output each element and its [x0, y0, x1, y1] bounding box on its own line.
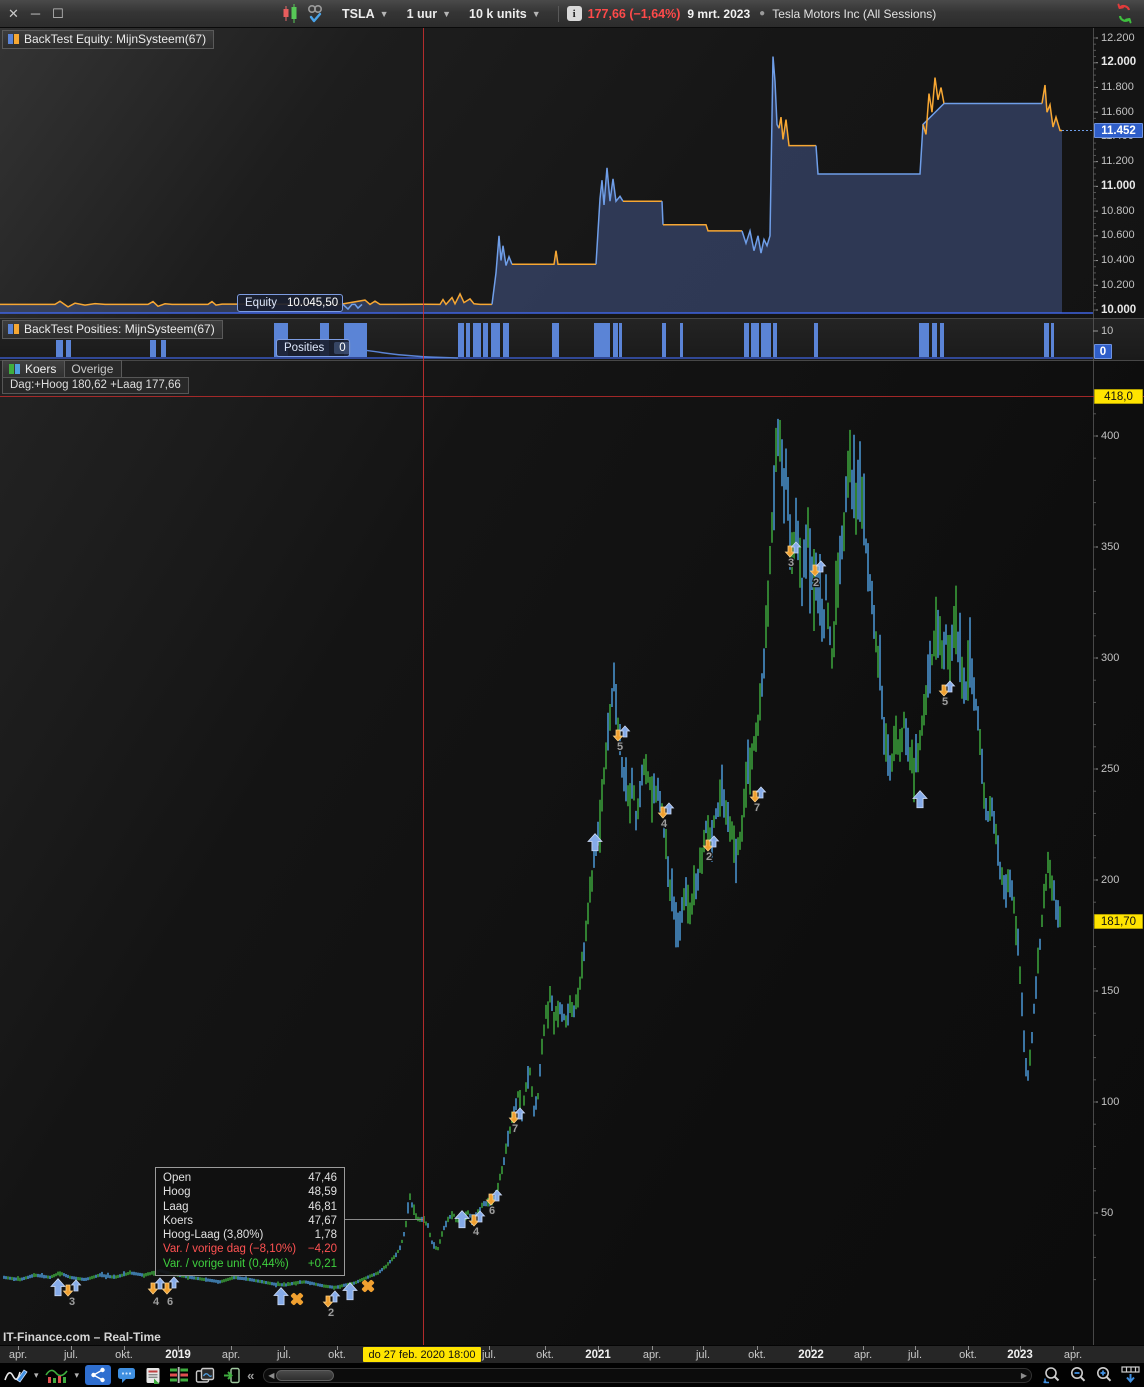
positions-axis-tick: 10 [1101, 325, 1114, 337]
ohlc-tooltip-row: Var. / vorige unit (0,44%) +0,21 [163, 1257, 337, 1270]
price-axis-tick: 50 [1101, 1206, 1114, 1219]
price-axis-tick: 100 [1101, 1095, 1120, 1108]
price-axis-tick: 350 [1101, 540, 1120, 553]
positions-tooltip: Posities 0 [276, 339, 351, 357]
equity-tooltip-label: Equity [245, 297, 277, 309]
equity-axis-tick: 11.800 [1101, 80, 1134, 93]
positions-panel-label[interactable]: BackTest Posities: MijnSysteem(67) [2, 320, 223, 339]
koers-legend-icon [9, 364, 20, 374]
day-range-chip: Dag:+Hoog 180,62 +Laag 177,66 [2, 377, 189, 394]
equity-panel-label[interactable]: BackTest Equity: MijnSysteem(67) [2, 30, 215, 49]
equity-legend-icon [8, 34, 19, 44]
svg-text:2: 2 [813, 577, 819, 589]
equity-tooltip: Equity 10.045,50 [237, 294, 343, 312]
svg-text:2: 2 [328, 1307, 334, 1319]
equity-axis-tick: 10.800 [1101, 204, 1135, 217]
svg-text:3: 3 [69, 1296, 75, 1308]
day-range-text: Dag:+Hoog 180,62 +Laag 177,66 [10, 379, 181, 391]
app-window: ✕ ─ ☐ TSLA ▼ 1 uur ▼ 10 k units ▼ i 177,… [0, 0, 1144, 1387]
ohlc-tooltip-row: Var. / vorige dag (−8,10%) −4,20 [163, 1243, 337, 1256]
svg-text:4: 4 [153, 1296, 160, 1308]
equity-axis-tick: 12.000 [1101, 56, 1137, 69]
equity-tooltip-value: 10.045,50 [286, 297, 339, 309]
positions-tooltip-value: 0 [334, 342, 351, 354]
svg-text:5: 5 [617, 741, 623, 753]
svg-text:6: 6 [489, 1205, 495, 1217]
ohlc-tooltip-row: Hoog-Laag (3,80%) 1,78 [163, 1229, 337, 1242]
price-axis-tick: 400 [1101, 429, 1120, 442]
positions-legend-icon [8, 324, 19, 334]
positions-current-value-box: 0 [1094, 344, 1112, 359]
ohlc-tooltip-row: Laag 46,81 [163, 1200, 337, 1213]
equity-panel-title: BackTest Equity: MijnSysteem(67) [24, 32, 207, 46]
svg-text:6: 6 [167, 1296, 173, 1308]
equity-axis-tick: 10.000 [1101, 303, 1137, 316]
price-axis-tick: 150 [1101, 984, 1120, 997]
price-axis-tick: 250 [1101, 762, 1120, 775]
equity-axis-tick: 10.200 [1101, 278, 1135, 291]
equity-axis-tick: 12.200 [1101, 31, 1135, 44]
tab-overige-label: Overige [71, 362, 114, 376]
equity-current-value-box: 11.452 [1094, 123, 1143, 138]
high-level-line [0, 396, 1144, 397]
price-high-value-box: 418,0 [1094, 389, 1143, 404]
ohlc-tooltip-row: Koers 47,67 [163, 1214, 337, 1227]
ohlc-tooltip-row: Open 47,46 [163, 1172, 337, 1184]
positions-tooltip-label: Posities [284, 342, 325, 354]
price-current-value-box: 181,70 [1094, 914, 1143, 929]
svg-text:3: 3 [788, 557, 794, 569]
equity-axis-tick: 11.200 [1101, 155, 1134, 168]
ohlc-tooltip: Open 47,46 Hoog 48,59 Laag 46,81 Koers 47,67 Hoo… [155, 1167, 345, 1277]
price-axis-tick: 200 [1101, 873, 1120, 886]
tooltip-connector-line [345, 1219, 423, 1220]
svg-text:4: 4 [473, 1226, 480, 1238]
svg-text:4: 4 [661, 818, 668, 830]
price-axis-tick: 300 [1101, 651, 1120, 664]
equity-axis-tick: 11.600 [1101, 105, 1134, 118]
svg-text:2: 2 [706, 851, 712, 863]
ohlc-tooltip-row: Hoog 48,59 [163, 1186, 337, 1199]
equity-axis-tick: 10.600 [1101, 229, 1135, 242]
tab-koers-label: Koers [25, 362, 57, 376]
positions-panel-title: BackTest Posities: MijnSysteem(67) [24, 322, 215, 336]
selected-date-box: do 27 feb. 2020 18:00 [363, 1347, 481, 1362]
svg-text:5: 5 [942, 696, 948, 708]
svg-text:7: 7 [512, 1123, 518, 1135]
equity-axis-tick: 11.000 [1101, 179, 1136, 192]
crosshair-vertical-line [423, 28, 424, 1345]
watermark: IT-Finance.com – Real-Time [3, 1330, 161, 1344]
svg-text:7: 7 [754, 802, 760, 814]
equity-axis-tick: 10.400 [1101, 254, 1135, 267]
